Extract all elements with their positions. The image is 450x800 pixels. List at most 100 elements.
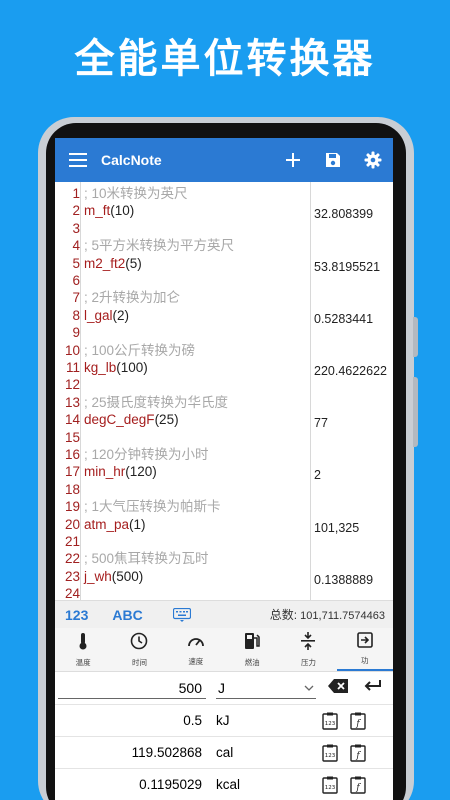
line-number: 1	[72, 186, 80, 201]
menu-icon[interactable]	[55, 153, 101, 167]
editor-line[interactable]: 22; 500焦耳转换为瓦时	[55, 550, 393, 567]
editor-line[interactable]: 1 ; 10米转换为英尺	[55, 185, 393, 202]
promo-headline: 全能单位转换器	[74, 36, 376, 82]
calc-editor[interactable]: 1 ; 10米转换为英尺 2 m_ft(10) 32.808399 3 4; 5平方米转换为…	[55, 182, 393, 602]
app-screen: CalcNote 1 ; 10米转换为英尺 2 m_ft(10) 32.808399 3 4…	[55, 138, 393, 800]
insert-function-icon[interactable]: f	[344, 712, 372, 730]
comment-text: ; 25摄氏度转换为华氏度	[84, 394, 229, 410]
alpha-keyboard-button[interactable]: ABC	[112, 607, 142, 623]
editor-line[interactable]: 13; 25摄氏度转换为华氏度	[55, 394, 393, 411]
expression: kg_lb(100)	[84, 359, 148, 376]
category-label: 温度	[75, 657, 91, 667]
function-args: (25)	[154, 412, 179, 428]
comment-text: ; 10米转换为英尺	[84, 186, 188, 201]
editor-line[interactable]: 24	[55, 585, 393, 602]
editor-line[interactable]: 9	[55, 324, 393, 341]
backspace-icon[interactable]	[328, 678, 348, 698]
category-tab[interactable]: 时间	[111, 628, 167, 671]
editor-line[interactable]: 7; 2升转换为加仑	[55, 289, 393, 306]
clock-icon	[130, 632, 148, 654]
editor-line[interactable]: 4; 5平方米转换为平方英尺	[55, 237, 393, 254]
line-number: 2	[72, 203, 80, 219]
converted-value: 0.1195029	[139, 777, 202, 792]
function-args: (5)	[125, 255, 142, 271]
speedometer-icon	[187, 633, 205, 653]
line-number: 6	[72, 273, 80, 288]
insert-function-icon[interactable]: f	[344, 776, 372, 794]
category-tab[interactable]: 速度	[168, 628, 224, 671]
editor-line[interactable]: 19; 1大气压转换为帕斯卡	[55, 498, 393, 515]
editor-line[interactable]: 23 j_wh(500) 0.1388889	[55, 568, 393, 587]
category-label: 压力	[300, 657, 316, 667]
editor-line[interactable]: 14 degC_degF(25) 77	[55, 411, 393, 430]
line-number: 18	[64, 481, 80, 497]
line-number: 14	[64, 412, 80, 428]
insert-number-icon[interactable]: 123	[316, 776, 344, 794]
converted-unit: cal	[216, 745, 234, 760]
line-number: 12	[64, 377, 80, 393]
input-unit-select[interactable]: J	[216, 677, 316, 699]
converted-result-row: 119.502868 cal 123 f	[55, 736, 393, 768]
save-icon[interactable]	[313, 152, 353, 168]
editor-line[interactable]: 3	[55, 220, 393, 237]
enter-icon[interactable]	[364, 679, 382, 698]
editor-line[interactable]: 11 kg_lb(100) 220.4622622	[55, 359, 393, 378]
insert-number-icon[interactable]: 123	[316, 744, 344, 762]
line-number: 10	[64, 342, 80, 358]
svg-text:123: 123	[325, 753, 336, 759]
chevron-down-icon	[304, 685, 314, 691]
work-icon	[356, 631, 373, 652]
function-name: j_wh	[84, 568, 112, 584]
insert-number-icon[interactable]: 123	[316, 712, 344, 730]
expression: j_wh(500)	[84, 568, 143, 585]
line-number: 16	[64, 447, 80, 462]
insert-function-icon[interactable]: f	[344, 744, 372, 762]
editor-line[interactable]: 8 l_gal(2) 0.5283441	[55, 307, 393, 326]
editor-line[interactable]: 17 min_hr(120) 2	[55, 463, 393, 482]
svg-text:123: 123	[325, 721, 336, 727]
comment-text: ; 120分钟转换为小时	[84, 447, 209, 462]
function-args: (10)	[110, 203, 135, 219]
line-number: 23	[64, 568, 80, 584]
total-label: 总数:	[269, 608, 298, 622]
category-tab[interactable]: 压力	[280, 628, 336, 671]
category-label: 时间	[131, 657, 147, 667]
line-number: 15	[64, 429, 80, 445]
editor-line[interactable]: 6	[55, 272, 393, 289]
expression: atm_pa(1)	[84, 516, 146, 533]
expression: l_gal(2)	[84, 307, 129, 324]
line-number: 20	[64, 516, 80, 532]
gear-icon[interactable]	[353, 151, 393, 169]
converted-result-row: 0.1195029 kcal 123 f	[55, 768, 393, 800]
editor-line[interactable]: 10; 100公斤转换为磅	[55, 342, 393, 359]
add-icon[interactable]	[273, 153, 313, 167]
svg-text:f: f	[355, 783, 361, 793]
editor-line[interactable]: 5 m2_ft2(5) 53.8195521	[55, 255, 393, 274]
comment-text: ; 1大气压转换为帕斯卡	[84, 499, 221, 515]
thermometer-icon	[77, 632, 89, 654]
line-number: 24	[64, 586, 80, 602]
category-tab[interactable]: 温度	[55, 628, 111, 671]
app-title: CalcNote	[101, 152, 162, 168]
converted-unit: kcal	[216, 777, 241, 792]
editor-line[interactable]: 18	[55, 481, 393, 498]
editor-line[interactable]: 16 ; 120分钟转换为小时	[55, 446, 393, 463]
line-number: 8	[72, 307, 80, 323]
category-label: 速度	[188, 656, 204, 666]
line-number: 11	[65, 360, 80, 375]
editor-line[interactable]: 21	[55, 533, 393, 550]
function-args: (500)	[111, 568, 144, 584]
line-number: 17	[64, 464, 80, 480]
editor-line[interactable]: 15	[55, 429, 393, 446]
numeric-keyboard-button[interactable]: 123	[65, 607, 88, 623]
editor-line[interactable]: 20 atm_pa(1) 101,325	[55, 516, 393, 535]
category-tab[interactable]: 功	[336, 628, 393, 671]
keyboard-icon[interactable]	[172, 607, 191, 622]
editor-line[interactable]: 2 m_ft(10) 32.808399	[55, 202, 393, 221]
converter-input-value[interactable]: 500	[58, 677, 206, 699]
editor-line[interactable]: 12	[55, 376, 393, 393]
line-number: 9	[72, 325, 80, 341]
line-number: 4	[72, 238, 80, 254]
category-tab[interactable]: 燃油	[224, 628, 280, 671]
function-name: l_gal	[84, 307, 113, 323]
